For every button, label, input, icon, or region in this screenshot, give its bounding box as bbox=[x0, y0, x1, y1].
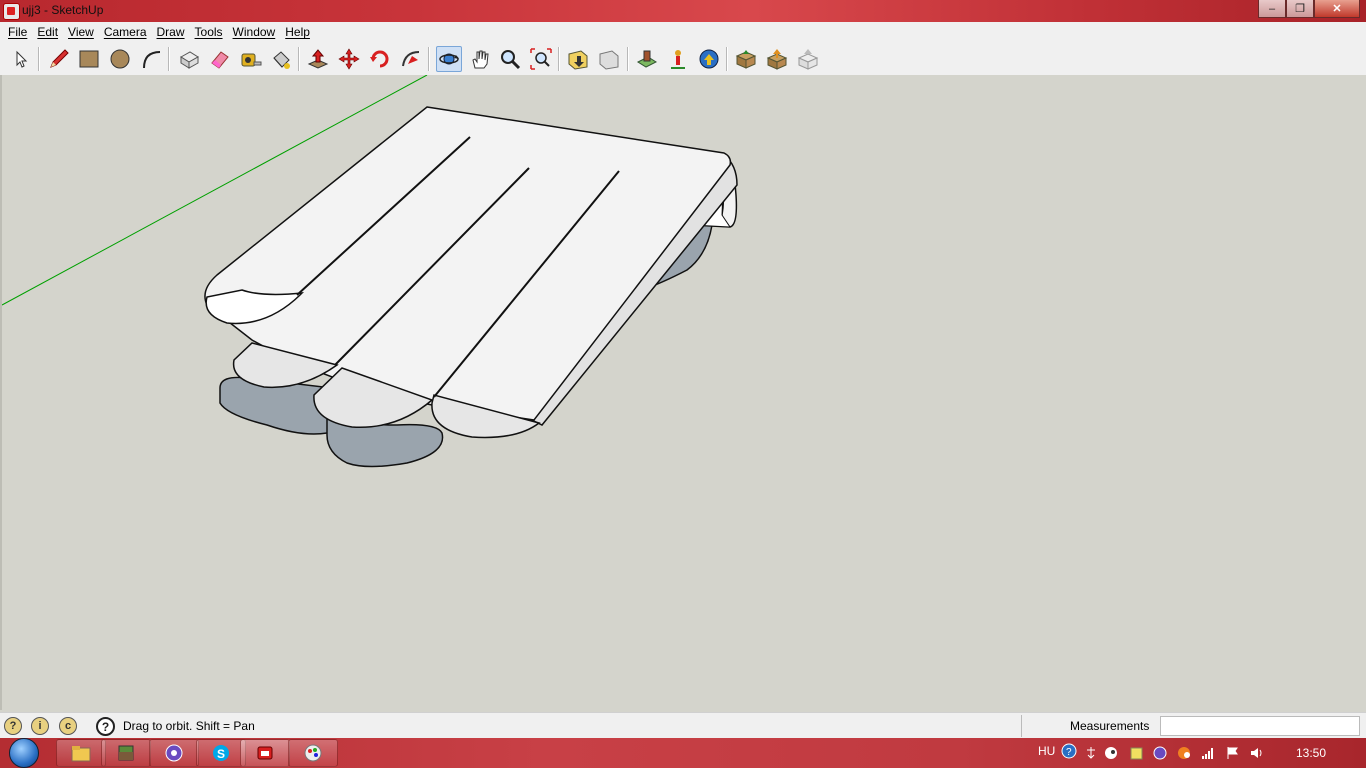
windows-logo-icon bbox=[9, 738, 39, 768]
toolbar bbox=[0, 42, 1366, 76]
folder-icon bbox=[71, 746, 91, 762]
menu-draw[interactable]: Draw bbox=[152, 25, 190, 39]
tray-expand-icon[interactable] bbox=[1084, 746, 1098, 760]
start-button[interactable] bbox=[4, 738, 44, 768]
minimize-button[interactable]: – bbox=[1258, 0, 1286, 18]
circle-tool-icon[interactable] bbox=[107, 46, 133, 72]
volume-icon[interactable] bbox=[1249, 746, 1263, 760]
status-hint: Drag to orbit. Shift = Pan bbox=[123, 719, 255, 733]
network-signal-icon[interactable] bbox=[1201, 746, 1215, 760]
walk-tool-icon[interactable] bbox=[696, 46, 722, 72]
window-controls: – ❐ ✕ bbox=[1258, 0, 1360, 18]
user-icon[interactable]: c bbox=[59, 717, 77, 735]
previous-view-icon[interactable] bbox=[565, 46, 591, 72]
paint-icon bbox=[304, 744, 322, 762]
action-center-flag-icon[interactable] bbox=[1225, 746, 1239, 760]
arc-tool-icon[interactable] bbox=[138, 46, 164, 72]
sketchup-icon bbox=[257, 746, 273, 760]
status-divider bbox=[1021, 715, 1022, 737]
next-view-icon[interactable] bbox=[596, 46, 622, 72]
instructor-help-icon[interactable]: ? bbox=[96, 717, 115, 736]
menu-bar: File Edit View Camera Draw Tools Window … bbox=[0, 22, 1366, 42]
toolbar-separator bbox=[38, 47, 40, 71]
taskbar: S HU ? 13:50 bbox=[0, 738, 1366, 768]
tape-measure-icon[interactable] bbox=[238, 46, 264, 72]
svg-text:?: ? bbox=[1066, 747, 1072, 758]
move-tool-icon[interactable] bbox=[336, 46, 362, 72]
svg-text:S: S bbox=[217, 747, 225, 761]
credits-icon[interactable]: i bbox=[31, 717, 49, 735]
follow-me-icon[interactable] bbox=[398, 46, 424, 72]
taskbar-cortana-app[interactable] bbox=[149, 739, 199, 767]
clock[interactable]: 13:50 bbox=[1296, 746, 1326, 760]
measurements-input[interactable] bbox=[1160, 716, 1360, 736]
close-button[interactable]: ✕ bbox=[1314, 0, 1360, 18]
menu-tools[interactable]: Tools bbox=[190, 25, 228, 39]
sketchup-app-icon[interactable] bbox=[3, 3, 20, 20]
model-canvas[interactable] bbox=[2, 75, 1366, 710]
restore-button[interactable]: ❐ bbox=[1286, 0, 1314, 18]
eraser-tool-icon[interactable] bbox=[207, 46, 233, 72]
taskbar-sketchup[interactable] bbox=[240, 739, 290, 767]
pan-tool-icon[interactable] bbox=[467, 46, 493, 72]
pencil-tool-icon[interactable] bbox=[46, 46, 72, 72]
position-camera-icon[interactable] bbox=[665, 46, 691, 72]
menu-view[interactable]: View bbox=[63, 25, 99, 39]
geo-location-icon[interactable]: ? bbox=[4, 717, 22, 735]
toolbar-separator bbox=[627, 47, 629, 71]
zoom-tool-icon[interactable] bbox=[497, 46, 523, 72]
toolbar-separator bbox=[558, 47, 560, 71]
paint-bucket-icon[interactable] bbox=[268, 46, 294, 72]
rectangle-tool-icon[interactable] bbox=[76, 46, 102, 72]
measurements-label: Measurements bbox=[1070, 719, 1150, 733]
push-pull-icon[interactable] bbox=[305, 46, 331, 72]
menu-edit[interactable]: Edit bbox=[32, 25, 63, 39]
orbit-tool-icon[interactable] bbox=[436, 46, 462, 72]
toolbar-separator bbox=[168, 47, 170, 71]
add-location-icon[interactable] bbox=[634, 46, 660, 72]
notes-icon[interactable] bbox=[1129, 746, 1143, 760]
skype-icon: S bbox=[213, 745, 229, 761]
rotate-tool-icon[interactable] bbox=[367, 46, 393, 72]
app-swirl-icon bbox=[165, 744, 183, 762]
window-title: ujj3 - SketchUp bbox=[22, 3, 104, 17]
status-bar: ? i c ? Drag to orbit. Shift = Pan Measu… bbox=[0, 712, 1366, 739]
toolbar-separator bbox=[298, 47, 300, 71]
menu-camera[interactable]: Camera bbox=[99, 25, 152, 39]
menu-file[interactable]: File bbox=[3, 25, 32, 39]
get-models-icon[interactable] bbox=[733, 46, 759, 72]
minecraft-icon bbox=[118, 745, 134, 761]
taskbar-minecraft[interactable] bbox=[101, 739, 151, 767]
model-viewport[interactable] bbox=[0, 75, 1366, 710]
taskbar-skype[interactable]: S bbox=[196, 739, 246, 767]
toolbar-separator bbox=[726, 47, 728, 71]
share-component-icon[interactable] bbox=[795, 46, 821, 72]
make-component-icon[interactable] bbox=[176, 46, 202, 72]
orange-tray-icon[interactable] bbox=[1177, 746, 1191, 760]
help-tray-icon[interactable]: ? bbox=[1061, 743, 1077, 759]
share-model-icon[interactable] bbox=[764, 46, 790, 72]
language-indicator[interactable]: HU bbox=[1038, 744, 1055, 758]
title-bar: ujj3 - SketchUp – ❐ ✕ bbox=[0, 0, 1366, 22]
zoom-extents-icon[interactable] bbox=[528, 46, 554, 72]
taskbar-explorer[interactable] bbox=[56, 739, 106, 767]
taskbar-paint[interactable] bbox=[288, 739, 338, 767]
menu-window[interactable]: Window bbox=[228, 25, 281, 39]
menu-help[interactable]: Help bbox=[280, 25, 315, 39]
steam-icon[interactable] bbox=[1104, 746, 1118, 760]
app-swirl-tray-icon[interactable] bbox=[1153, 746, 1167, 760]
select-tool-icon[interactable] bbox=[8, 46, 34, 72]
toolbar-separator bbox=[428, 47, 430, 71]
